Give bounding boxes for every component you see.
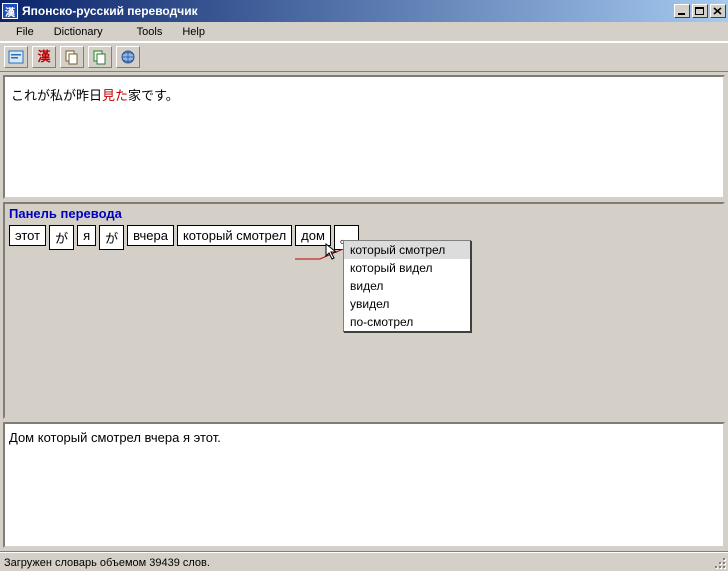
toolbar-translate-button[interactable]	[4, 46, 28, 68]
copy-icon	[64, 49, 80, 65]
status-bar: Загружен словарь объемом 39439 слов.	[0, 551, 728, 571]
minimize-button[interactable]	[674, 4, 690, 18]
toolbar-paste-button[interactable]	[88, 46, 112, 68]
translation-panel: Панель перевода этотがяがвчеракоторый смот…	[3, 202, 725, 419]
translation-panel-title: Панель перевода	[5, 204, 723, 225]
paste-icon	[92, 49, 108, 65]
globe-icon	[120, 49, 136, 65]
token[interactable]: этот	[9, 225, 46, 246]
title-bar: 漢 Японско-русский переводчик	[0, 0, 728, 22]
token[interactable]: я	[77, 225, 96, 246]
toolbar-copy-button[interactable]	[60, 46, 84, 68]
token[interactable]: が	[99, 225, 124, 250]
red-connector-line	[295, 249, 345, 261]
token[interactable]: дом	[295, 225, 331, 246]
dropdown-item[interactable]: увидел	[344, 295, 470, 313]
menu-tools[interactable]: Tools	[127, 24, 173, 40]
kanji-icon: 漢	[36, 49, 52, 65]
menu-dictionary[interactable]: Dictionary	[44, 24, 113, 40]
window-controls	[674, 4, 726, 18]
toolbar-kanji-button[interactable]: 漢	[32, 46, 56, 68]
dropdown-item[interactable]: видел	[344, 277, 470, 295]
toolbar: 漢	[0, 42, 728, 72]
output-text: Дом который смотрел вчера я этот.	[9, 430, 221, 445]
token-dropdown[interactable]: который смотрелкоторый виделвиделувиделп…	[343, 240, 471, 332]
resize-grip[interactable]	[712, 555, 726, 569]
work-area: これが私が昨日見た家です。 Панель перевода этотがяがвче…	[0, 72, 728, 551]
source-pre: これが私が昨日	[11, 88, 102, 103]
menu-bar: File Dictionary Tools Help	[0, 22, 728, 42]
menu-file[interactable]: File	[6, 24, 44, 40]
maximize-button[interactable]	[692, 4, 708, 18]
close-button[interactable]	[710, 4, 726, 18]
source-post: 家です。	[128, 88, 179, 103]
dropdown-item[interactable]: который смотрел	[344, 241, 470, 259]
toolbar-globe-button[interactable]	[116, 46, 140, 68]
output-text-pane[interactable]: Дом который смотрел вчера я этот.	[3, 422, 725, 548]
token[interactable]: вчера	[127, 225, 174, 246]
dropdown-item[interactable]: по-смотрел	[344, 313, 470, 331]
dropdown-item[interactable]: который видел	[344, 259, 470, 277]
menu-help[interactable]: Help	[172, 24, 215, 40]
source-highlighted: 見た	[102, 88, 128, 103]
token[interactable]: が	[49, 225, 74, 250]
status-text: Загружен словарь объемом 39439 слов.	[4, 557, 210, 569]
translate-icon	[8, 49, 24, 65]
app-icon: 漢	[2, 3, 18, 19]
token[interactable]: который смотрел	[177, 225, 292, 246]
source-text-pane[interactable]: これが私が昨日見た家です。	[3, 75, 725, 199]
window-title: Японско-русский переводчик	[22, 4, 674, 18]
